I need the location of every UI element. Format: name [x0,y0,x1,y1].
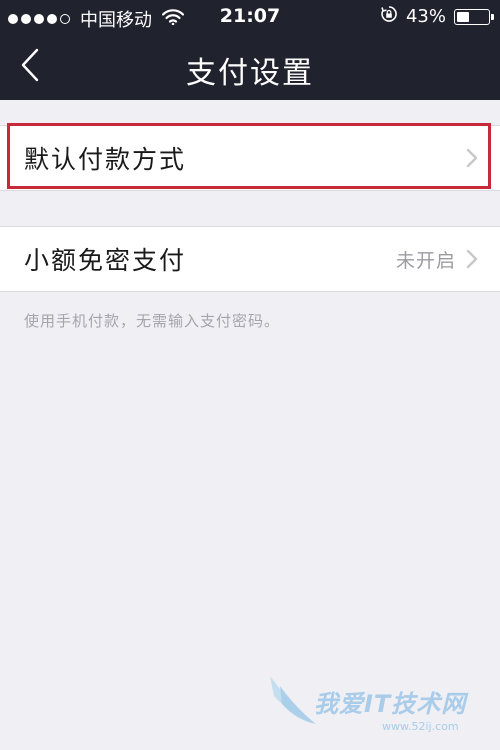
small-amount-password-free-row[interactable]: 小额免密支付 未开启 [0,227,500,291]
status-bar: 中国移动 21:07 43% [0,0,500,34]
default-payment-group: 默认付款方式 [0,125,500,191]
battery-percentage: 43% [405,6,446,27]
default-payment-method-label: 默认付款方式 [24,145,187,174]
watermark-text: 我爱IT技术网 [314,690,467,718]
rotation-lock-icon [380,5,398,28]
small-amount-group: 小额免密支付 未开启 [0,226,500,292]
watermark-url: www.52ij.com [382,720,459,733]
status-right: 43% [380,5,494,28]
battery-icon [454,8,494,25]
chevron-right-icon [466,249,478,269]
small-amount-password-free-label: 小额免密支付 [24,246,187,275]
small-amount-description: 使用手机付款，无需输入支付密码。 [24,312,281,330]
small-amount-status: 未开启 [395,249,456,272]
battery-fill [457,11,469,22]
watermark-logo: 我爱IT技术网 www.52ij.com [262,666,492,746]
chevron-right-icon [466,148,478,168]
default-payment-method-row[interactable]: 默认付款方式 [0,126,500,190]
navigation-bar: 支付设置 [0,34,500,100]
page-title: 支付设置 [186,56,314,91]
